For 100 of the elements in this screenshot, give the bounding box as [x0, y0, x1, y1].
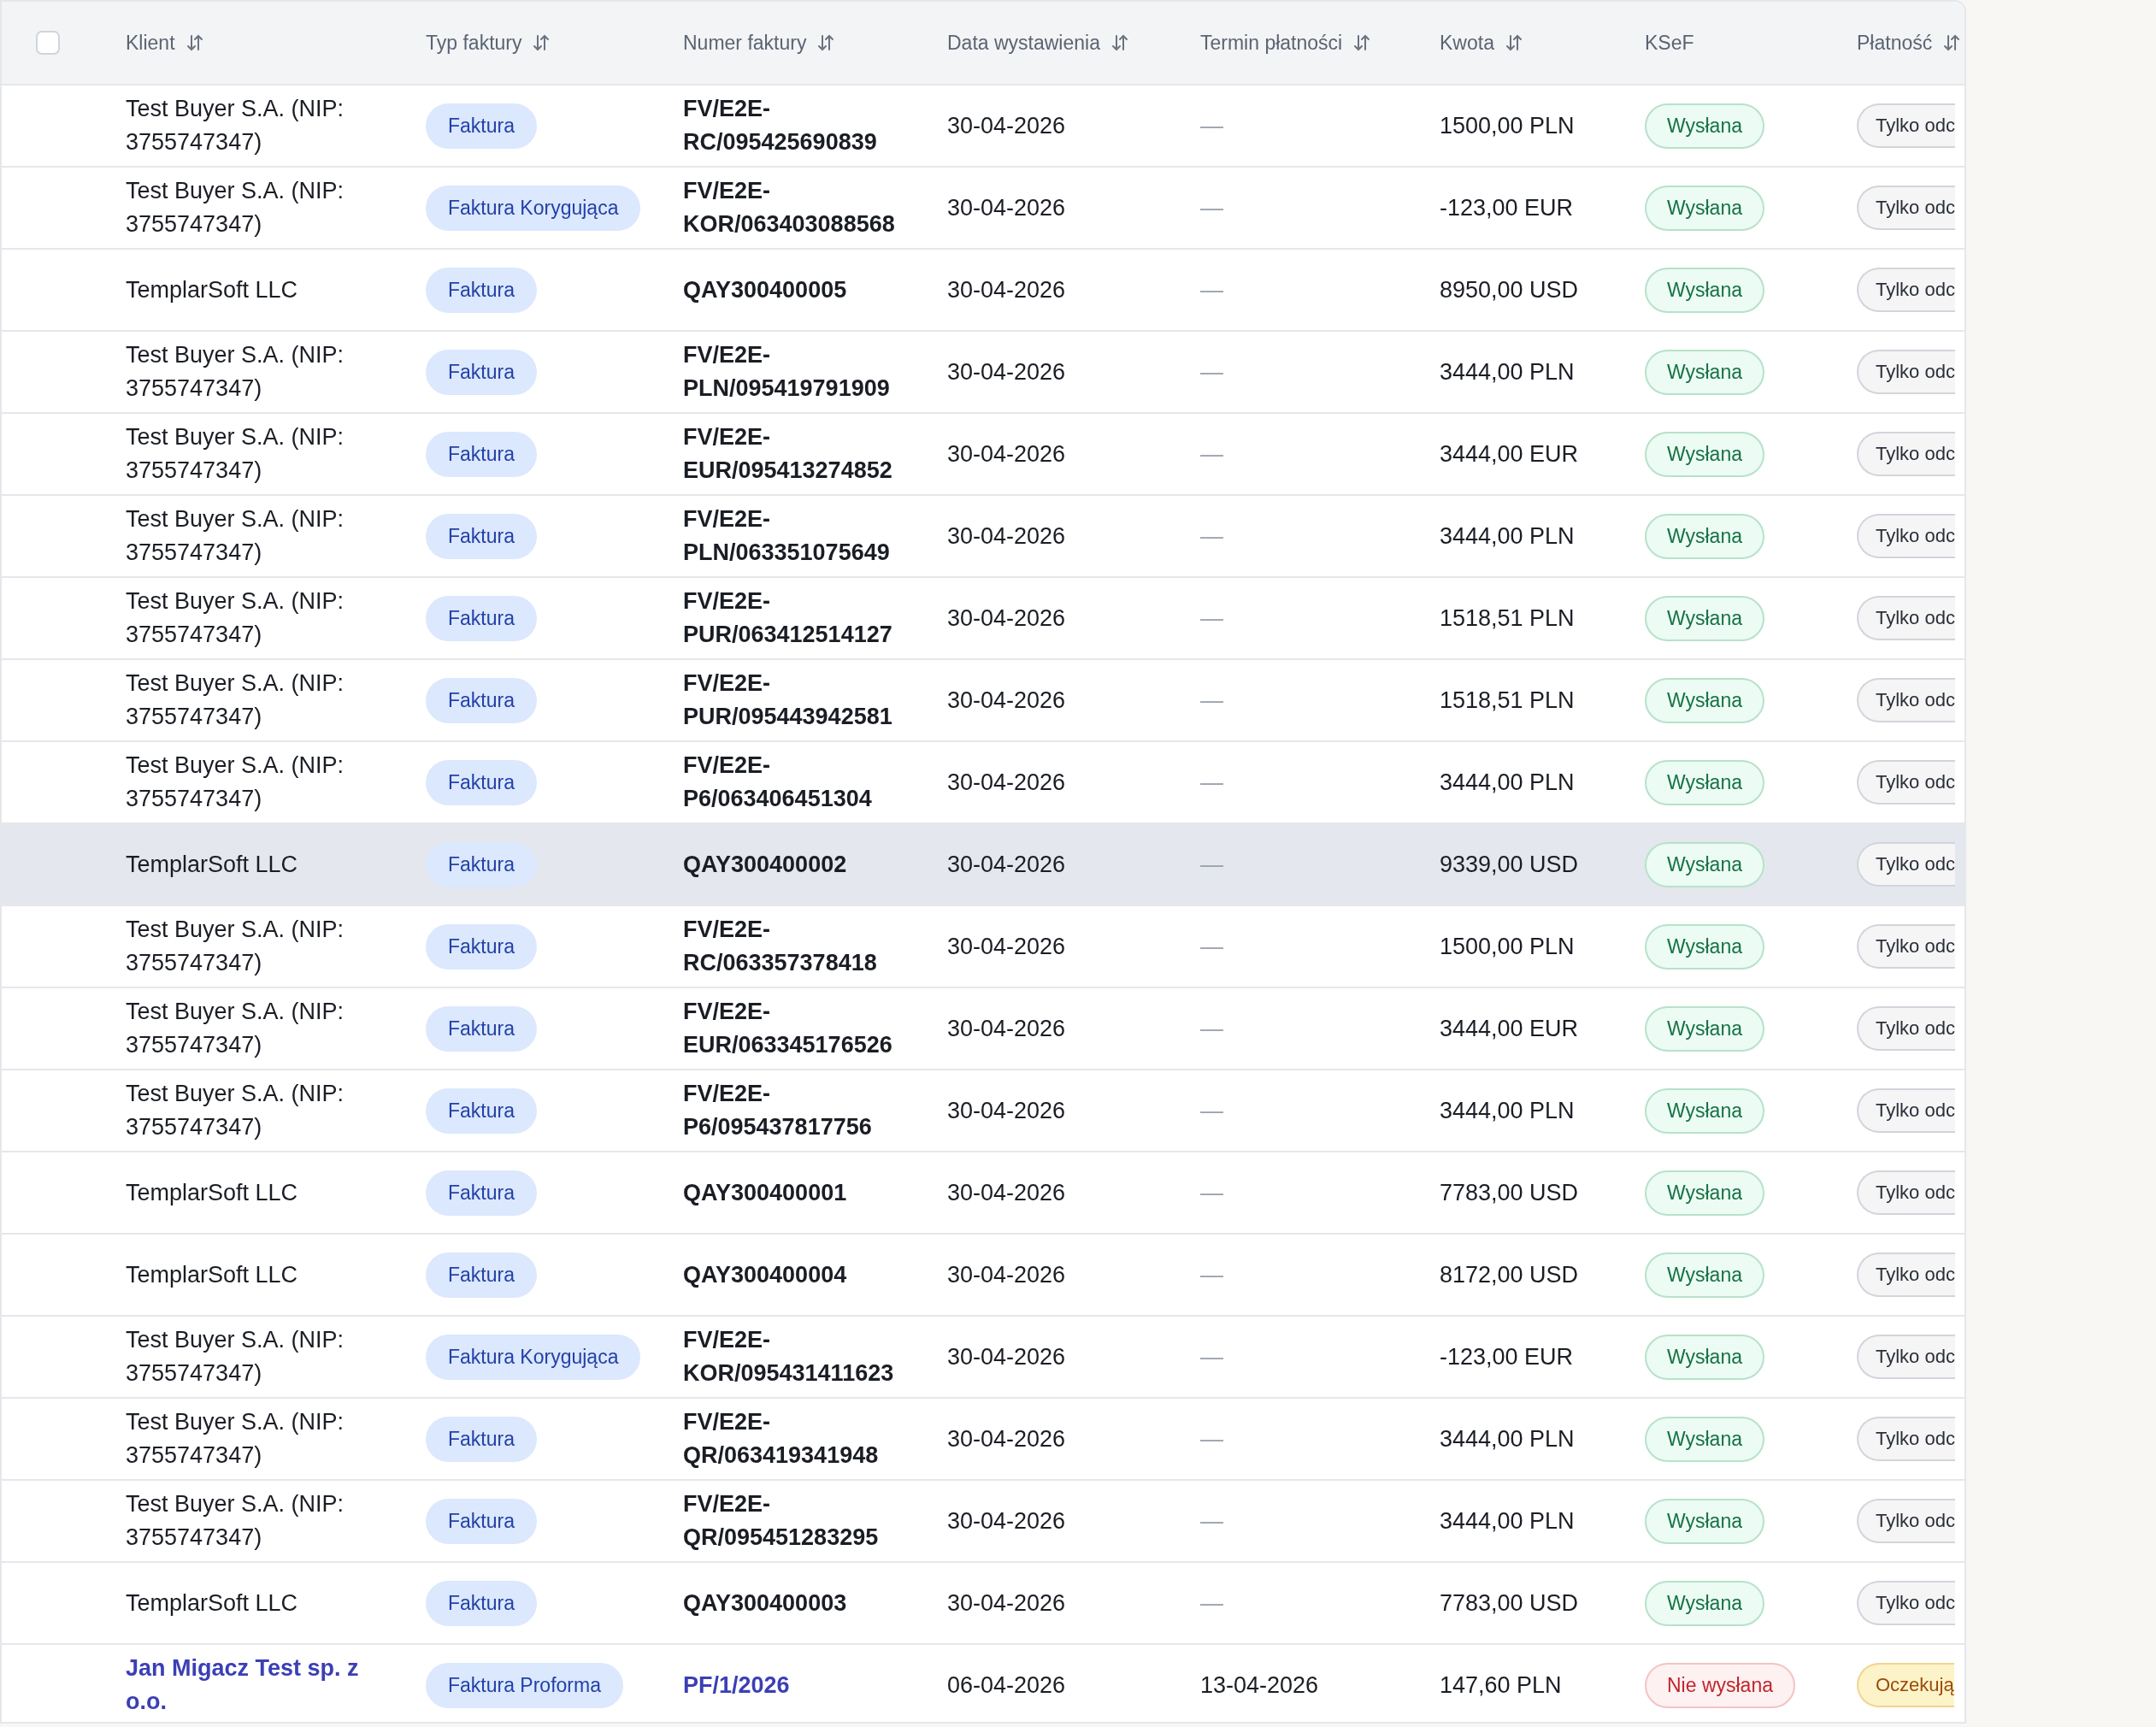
ksef-status-badge: Wysłana [1645, 1498, 1764, 1544]
payment-status-badge: Tylko odc [1857, 1088, 1955, 1133]
client-name: Test Buyer S.A. (NIP: 3755747347) [126, 1490, 345, 1552]
payment-status-badge: Tylko odc [1857, 103, 1955, 148]
amount: 147,60 PLN [1440, 1671, 1563, 1700]
issue-date: 30-04-2026 [947, 1260, 1067, 1289]
due-date: — [1200, 1589, 1223, 1616]
client-name: Test Buyer S.A. (NIP: 3755747347) [126, 669, 345, 731]
invoice-number: FV/E2E-QR/095451283295 [683, 1490, 880, 1552]
issue-date: 30-04-2026 [947, 275, 1067, 304]
sort-icon[interactable] [1942, 33, 1962, 52]
ksef-status-badge: Wysłana [1645, 103, 1764, 149]
issue-date: 30-04-2026 [947, 686, 1067, 715]
client-name[interactable]: Jan Migacz Test sp. z o.o. [126, 1652, 374, 1718]
issue-date: 30-04-2026 [947, 768, 1067, 797]
client-name: Test Buyer S.A. (NIP: 3755747347) [126, 998, 345, 1059]
ksef-status-badge: Wysłana [1645, 1252, 1764, 1298]
ksef-status-badge: Wysłana [1645, 1580, 1764, 1626]
issue-date: 30-04-2026 [947, 522, 1067, 551]
invoice-type-badge: Faktura [426, 1005, 537, 1052]
issue-date: 30-04-2026 [947, 439, 1067, 469]
issue-date: 30-04-2026 [947, 1096, 1067, 1125]
client-name: Test Buyer S.A. (NIP: 3755747347) [126, 916, 345, 977]
invoice-number: FV/E2E-P6/063406451304 [683, 752, 873, 813]
invoice-number: FV/E2E-KOR/095431411623 [683, 1326, 895, 1388]
sort-icon[interactable] [532, 33, 551, 52]
sort-icon[interactable] [1352, 33, 1372, 52]
payment-status-badge: Tylko odc [1857, 186, 1955, 230]
invoice-type-badge: Faktura [426, 103, 537, 149]
amount: 3444,00 PLN [1440, 768, 1576, 797]
invoice-number: FV/E2E-RC/063357378418 [683, 916, 878, 977]
payment-status-badge: Tylko odc [1857, 760, 1955, 805]
invoice-type-badge: Faktura [426, 841, 537, 887]
amount: 1518,51 PLN [1440, 604, 1576, 633]
column-header: Termin płatności [1200, 31, 1343, 55]
amount: 7783,00 USD [1440, 1178, 1580, 1207]
due-date: 13-04-2026 [1200, 1671, 1320, 1700]
payment-status-badge: Oczekują [1857, 1663, 1954, 1707]
ksef-status-badge: Wysłana [1645, 185, 1764, 231]
amount: 3444,00 EUR [1440, 439, 1580, 469]
column-header: Typ faktury [426, 31, 522, 55]
issue-date: 06-04-2026 [947, 1671, 1067, 1700]
invoice-number: FV/E2E-PUR/095443942581 [683, 669, 893, 731]
client-name: TemplarSoft LLC [126, 850, 299, 879]
invoice-number: QAY300400003 [683, 1588, 848, 1618]
issue-date: 30-04-2026 [947, 1506, 1067, 1535]
invoice-number: FV/E2E-PLN/095419791909 [683, 341, 891, 403]
amount: 3444,00 PLN [1440, 1424, 1576, 1453]
issue-date: 30-04-2026 [947, 604, 1067, 633]
sort-icon[interactable] [1504, 33, 1523, 52]
invoice-number: FV/E2E-EUR/063345176526 [683, 998, 893, 1059]
due-date: — [1200, 522, 1223, 549]
invoice-number: FV/E2E-QR/063419341948 [683, 1408, 880, 1470]
ksef-status-badge: Wysłana [1645, 759, 1764, 805]
due-date: — [1200, 933, 1223, 959]
invoice-number: FV/E2E-P6/095437817756 [683, 1080, 873, 1141]
column-header: Klient [126, 31, 175, 55]
invoice-type-badge: Faktura Korygująca [426, 185, 641, 231]
invoice-number: FV/E2E-PLN/063351075649 [683, 505, 891, 567]
issue-date: 30-04-2026 [947, 1342, 1067, 1371]
client-name: Test Buyer S.A. (NIP: 3755747347) [126, 587, 345, 649]
due-date: — [1200, 687, 1223, 713]
due-date: — [1200, 358, 1223, 385]
invoice-type-badge: Faktura [426, 1416, 537, 1462]
amount: -123,00 EUR [1440, 1342, 1575, 1371]
client-name: Test Buyer S.A. (NIP: 3755747347) [126, 1080, 345, 1141]
sort-icon[interactable] [1110, 33, 1129, 52]
select-all-checkbox[interactable] [36, 31, 60, 55]
ksef-status-badge: Wysłana [1645, 1087, 1764, 1134]
invoice-type-badge: Faktura Korygująca [426, 1334, 641, 1380]
due-date: — [1200, 851, 1223, 877]
amount: -123,00 EUR [1440, 193, 1575, 222]
payment-status-badge: Tylko odc [1857, 1335, 1955, 1379]
payment-status-badge: Tylko odc [1857, 596, 1955, 640]
due-date: — [1200, 769, 1223, 795]
amount: 3444,00 PLN [1440, 522, 1576, 551]
invoice-number: FV/E2E-EUR/095413274852 [683, 423, 893, 485]
invoice-number: FV/E2E-PUR/063412514127 [683, 587, 893, 649]
due-date: — [1200, 1097, 1223, 1123]
invoice-number[interactable]: PF/1/2026 [683, 1668, 931, 1702]
due-date: — [1200, 1425, 1223, 1452]
payment-status-badge: Tylko odc [1857, 678, 1955, 722]
invoice-type-badge: Faktura [426, 677, 537, 723]
amount: 8172,00 USD [1440, 1260, 1580, 1289]
column-header: KSeF [1645, 31, 1694, 55]
sort-icon[interactable] [185, 33, 204, 52]
amount: 3444,00 PLN [1440, 357, 1576, 386]
sort-icon[interactable] [816, 33, 836, 52]
invoice-number: QAY300400005 [683, 275, 848, 304]
client-name: Test Buyer S.A. (NIP: 3755747347) [126, 341, 345, 403]
due-date: — [1200, 194, 1223, 221]
payment-status-badge: Tylko odc [1857, 1253, 1955, 1297]
invoice-type-badge: Faktura [426, 349, 537, 395]
column-header: Numer faktury [683, 31, 807, 55]
table-row[interactable]: TemplarSoft LLC Faktura QAY300400002 30-04-2026 — 9339,00 USD Wysłana Tylko odc [2, 824, 1965, 906]
column-header: Data wystawienia [947, 31, 1100, 55]
invoice-type-badge: Faktura [426, 431, 537, 477]
amount: 1500,00 PLN [1440, 932, 1576, 961]
client-name: Test Buyer S.A. (NIP: 3755747347) [126, 1408, 345, 1470]
client-name: TemplarSoft LLC [126, 1260, 299, 1289]
